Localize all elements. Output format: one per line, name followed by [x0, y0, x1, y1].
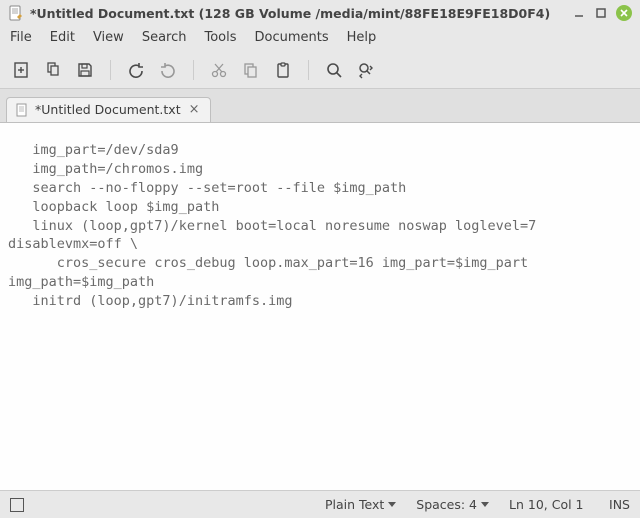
toolbar	[0, 51, 640, 89]
titlebar: *Untitled Document.txt (128 GB Volume /m…	[0, 0, 640, 26]
menu-view[interactable]: View	[93, 30, 124, 45]
open-button[interactable]	[42, 59, 64, 81]
document-icon	[15, 103, 29, 117]
copy-button[interactable]	[240, 59, 262, 81]
syntax-label: Plain Text	[325, 497, 384, 512]
find-replace-button[interactable]	[355, 59, 377, 81]
indent-selector[interactable]: Spaces: 4	[416, 497, 489, 512]
new-document-button[interactable]	[10, 59, 32, 81]
toolbar-separator	[308, 60, 309, 80]
tab-document[interactable]: *Untitled Document.txt ×	[6, 97, 211, 122]
menu-tools[interactable]: Tools	[204, 30, 236, 45]
editor-text[interactable]: img_part=/dev/sda9 img_path=/chromos.img…	[8, 141, 632, 311]
redo-button[interactable]	[157, 59, 179, 81]
close-button[interactable]	[616, 5, 632, 21]
tab-label: *Untitled Document.txt	[35, 102, 181, 117]
menu-edit[interactable]: Edit	[50, 30, 75, 45]
menu-documents[interactable]: Documents	[255, 30, 329, 45]
minimize-button[interactable]	[570, 4, 588, 22]
insert-mode[interactable]: INS	[609, 497, 630, 512]
save-button[interactable]	[74, 59, 96, 81]
side-panel-toggle[interactable]	[10, 498, 24, 512]
toolbar-separator	[193, 60, 194, 80]
indent-label: Spaces: 4	[416, 497, 477, 512]
paste-button[interactable]	[272, 59, 294, 81]
menu-file[interactable]: File	[10, 30, 32, 45]
search-button[interactable]	[323, 59, 345, 81]
app-icon	[8, 5, 24, 21]
tabbar: *Untitled Document.txt ×	[0, 89, 640, 123]
tab-close-icon[interactable]: ×	[189, 102, 200, 117]
dropdown-icon	[388, 502, 396, 507]
menu-help[interactable]: Help	[347, 30, 377, 45]
syntax-selector[interactable]: Plain Text	[325, 497, 396, 512]
cut-button[interactable]	[208, 59, 230, 81]
toolbar-separator	[110, 60, 111, 80]
menu-search[interactable]: Search	[142, 30, 187, 45]
window-title: *Untitled Document.txt (128 GB Volume /m…	[30, 6, 550, 21]
menubar: File Edit View Search Tools Documents He…	[0, 26, 640, 51]
editor-area[interactable]: img_part=/dev/sda9 img_path=/chromos.img…	[0, 123, 640, 490]
undo-button[interactable]	[125, 59, 147, 81]
maximize-button[interactable]	[592, 4, 610, 22]
statusbar: Plain Text Spaces: 4 Ln 10, Col 1 INS	[0, 490, 640, 518]
cursor-position: Ln 10, Col 1	[509, 497, 589, 512]
dropdown-icon	[481, 502, 489, 507]
